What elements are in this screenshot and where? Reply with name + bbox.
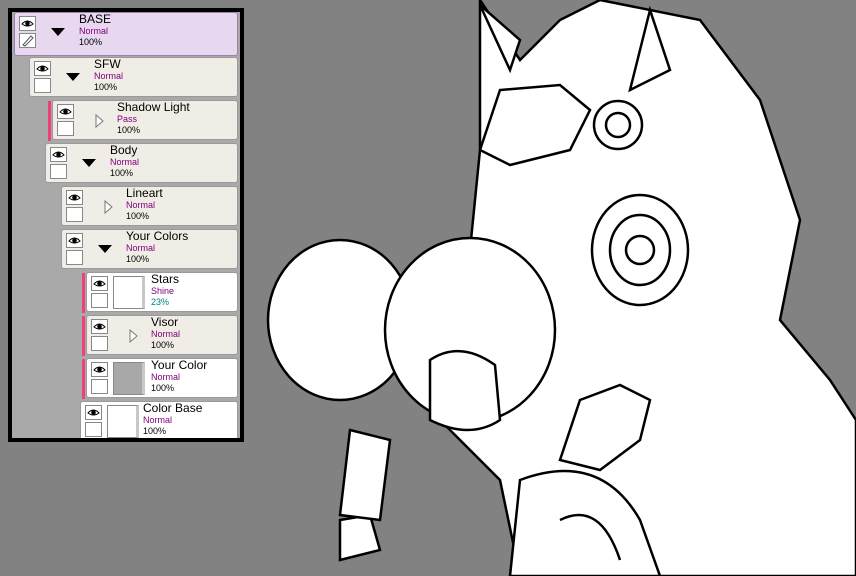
- clipping-indicator: [82, 359, 85, 399]
- layer-opacity: 100%: [151, 340, 175, 350]
- lock-toggle[interactable]: [91, 293, 108, 308]
- blend-mode: Normal: [94, 71, 124, 81]
- blend-mode: Normal: [151, 372, 181, 382]
- layer-row-stars[interactable]: Stars Shine 23%: [82, 272, 238, 313]
- blend-mode: Normal: [126, 200, 156, 210]
- layer-opacity: 23%: [151, 297, 170, 307]
- blend-mode: Normal: [151, 329, 181, 339]
- layer-name: Color Base: [143, 401, 203, 415]
- layer-opacity: 100%: [117, 125, 141, 135]
- layer-opacity: 100%: [126, 254, 150, 264]
- layer-name: Visor: [151, 315, 179, 329]
- layer-thumbnail: [113, 362, 145, 395]
- layer-name: Your Colors: [126, 229, 189, 243]
- layer-row-your-color[interactable]: Your Color Normal 100%: [82, 358, 238, 399]
- blend-mode: Normal: [126, 243, 156, 253]
- layer-row-visor[interactable]: Visor Normal 100%: [82, 315, 238, 356]
- expanded-arrow-icon[interactable]: [66, 73, 80, 81]
- layer-name: Shadow Light: [117, 100, 190, 114]
- layer-row-shadow-light[interactable]: Shadow Light Pass 100%: [48, 100, 238, 141]
- visibility-eye-icon[interactable]: [91, 276, 108, 291]
- blend-mode: Normal: [79, 26, 109, 36]
- blend-mode: Normal: [110, 157, 140, 167]
- layers-panel: BASE Normal 100% SFW Normal 100% Shadow Light P…: [8, 8, 244, 442]
- lock-toggle[interactable]: [57, 121, 74, 136]
- visibility-eye-icon[interactable]: [57, 104, 74, 119]
- layer-thumbnail: [113, 276, 145, 309]
- blend-mode: Shine: [151, 286, 175, 296]
- layer-name: Stars: [151, 272, 180, 286]
- visibility-eye-icon[interactable]: [91, 319, 108, 334]
- lock-toggle[interactable]: [85, 422, 102, 437]
- layer-row-sfw[interactable]: SFW Normal 100%: [29, 57, 238, 97]
- clipping-indicator: [48, 101, 51, 141]
- lock-toggle[interactable]: [50, 164, 67, 179]
- lock-toggle[interactable]: [34, 78, 51, 93]
- visibility-eye-icon[interactable]: [85, 405, 102, 420]
- clipping-indicator: [82, 316, 85, 356]
- blend-mode: Pass: [117, 114, 138, 124]
- blend-mode: Normal: [143, 415, 173, 425]
- lock-toggle[interactable]: [91, 379, 108, 394]
- collapsed-arrow-icon[interactable]: [95, 114, 104, 128]
- layer-name: Body: [110, 143, 138, 157]
- layer-name: SFW: [94, 57, 121, 71]
- lock-toggle[interactable]: [66, 207, 83, 222]
- collapsed-arrow-icon[interactable]: [104, 200, 113, 214]
- layer-row-your-colors[interactable]: Your Colors Normal 100%: [61, 229, 238, 269]
- visibility-eye-icon[interactable]: [50, 147, 67, 162]
- lock-toggle[interactable]: [91, 336, 108, 351]
- layer-name: Your Color: [151, 358, 208, 372]
- layer-opacity: 100%: [126, 211, 150, 221]
- visibility-eye-icon[interactable]: [66, 233, 83, 248]
- visibility-eye-icon[interactable]: [34, 61, 51, 76]
- visibility-eye-icon[interactable]: [66, 190, 83, 205]
- expanded-arrow-icon[interactable]: [51, 28, 65, 36]
- visibility-eye-icon[interactable]: [91, 362, 108, 377]
- layer-opacity: 100%: [110, 168, 134, 178]
- layer-name: Lineart: [126, 186, 163, 200]
- expanded-arrow-icon[interactable]: [82, 159, 96, 167]
- clipping-indicator: [82, 273, 85, 313]
- visibility-eye-icon[interactable]: [19, 16, 36, 31]
- lock-toggle[interactable]: [66, 250, 83, 265]
- layer-opacity: 100%: [143, 426, 167, 436]
- layer-row-body[interactable]: Body Normal 100%: [45, 143, 238, 183]
- layer-name: BASE: [79, 12, 112, 26]
- layer-opacity: 100%: [151, 383, 175, 393]
- expanded-arrow-icon[interactable]: [98, 245, 112, 253]
- pencil-icon[interactable]: [19, 33, 36, 48]
- layer-opacity: 100%: [79, 37, 103, 47]
- collapsed-arrow-icon[interactable]: [129, 329, 138, 343]
- layer-row-color-base[interactable]: Color Base Normal 100%: [80, 401, 238, 438]
- layer-opacity: 100%: [94, 82, 118, 92]
- layer-row-base[interactable]: BASE Normal 100%: [14, 12, 238, 56]
- layer-row-lineart[interactable]: Lineart Normal 100%: [61, 186, 238, 226]
- layer-thumbnail: [107, 405, 139, 438]
